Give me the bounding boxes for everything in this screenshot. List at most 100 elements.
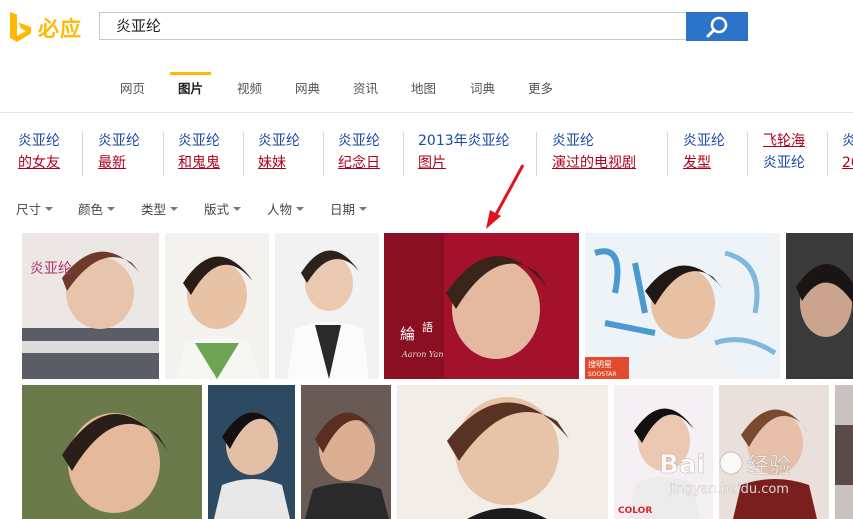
separator (403, 132, 404, 176)
photo-11: COLOR (614, 385, 713, 519)
separator (323, 132, 324, 176)
photo-caption: 語 (422, 320, 433, 334)
related-item[interactable]: 炎亚纶 发型 (683, 130, 725, 174)
image-thumbnail[interactable] (208, 385, 295, 519)
tab-dictionary[interactable]: 词典 (470, 80, 495, 106)
related-line2: 妹妹 (258, 155, 286, 171)
image-thumbnail[interactable] (786, 233, 853, 379)
separator (82, 132, 83, 176)
photo-2 (165, 233, 269, 379)
related-line1: 炎亚纶 (683, 133, 725, 149)
related-line1: 炎亚纶 (178, 133, 220, 149)
tab-images[interactable]: 图片 (169, 72, 212, 106)
related-line2: 20 (842, 155, 853, 171)
search-input[interactable]: 炎亚纶 (99, 12, 686, 40)
related-line1: 飞轮海 (763, 133, 805, 149)
tab-wangdian[interactable]: 网典 (295, 80, 320, 106)
filter-label: 版式 (204, 202, 230, 217)
related-line1: 炎 (842, 133, 853, 149)
related-line1: 炎亚纶 (552, 133, 594, 149)
related-item[interactable]: 炎亚纶 演过的电视剧 (552, 130, 636, 174)
related-line2: 炎亚纶 (763, 155, 805, 171)
header-divider (0, 112, 853, 113)
image-thumbnail[interactable]: COLOR (614, 385, 713, 519)
related-item[interactable]: 炎 20 (842, 130, 853, 174)
caret-down-icon (107, 206, 116, 211)
related-line2: 最新 (98, 155, 126, 171)
image-thumbnail[interactable] (22, 385, 202, 519)
filter-label: 类型 (141, 202, 167, 217)
tab-more[interactable]: 更多 (528, 80, 553, 106)
filter-label: 人物 (267, 202, 293, 217)
caret-down-icon (296, 206, 305, 211)
separator (827, 132, 828, 176)
separator (163, 132, 164, 176)
separator (747, 132, 748, 176)
filter-people[interactable]: 人物 (267, 199, 305, 218)
related-line2: 和鬼鬼 (178, 155, 220, 171)
photo-8 (208, 385, 295, 519)
image-thumbnail[interactable] (719, 385, 829, 519)
filter-layout[interactable]: 版式 (204, 199, 242, 218)
bing-logo[interactable]: 必应 (8, 12, 82, 44)
photo-5: 搜明星 SOOSTAR (585, 233, 780, 379)
related-line1: 炎亚纶 (338, 133, 380, 149)
image-thumbnail[interactable] (835, 385, 853, 519)
image-thumbnail[interactable]: 炎亚纶 (22, 233, 159, 379)
filter-type[interactable]: 类型 (141, 199, 179, 218)
related-searches: 炎亚纶 的女友 炎亚纶 最新 炎亚纶 和鬼鬼 炎亚纶 妹妹 炎亚纶 纪念日 20… (0, 130, 853, 180)
separator (243, 132, 244, 176)
filter-color[interactable]: 颜色 (78, 199, 116, 218)
related-line1: 炎亚纶 (98, 133, 140, 149)
tab-news[interactable]: 资讯 (353, 80, 378, 106)
separator (536, 132, 537, 176)
photo-7 (22, 385, 202, 519)
filter-date[interactable]: 日期 (330, 199, 368, 218)
photo-badge: SOOSTAR (588, 371, 617, 378)
logo-text: 必应 (38, 17, 82, 41)
search-button[interactable] (686, 12, 748, 41)
related-item[interactable]: 炎亚纶 的女友 (18, 130, 60, 174)
photo-10 (397, 385, 608, 519)
caret-down-icon (359, 206, 368, 211)
filter-bar: 尺寸 颜色 类型 版式 人物 日期 (0, 199, 853, 219)
image-thumbnail[interactable]: 綸 語 Aaron Yan (384, 233, 579, 379)
related-line2: 的女友 (18, 155, 60, 171)
filter-label: 日期 (330, 202, 356, 217)
related-line1: 炎亚纶 (258, 133, 300, 149)
caret-down-icon (233, 206, 242, 211)
related-line1: 2013年炎亚纶 (418, 133, 510, 149)
photo-3 (275, 233, 379, 379)
image-thumbnail[interactable] (301, 385, 391, 519)
photo-12 (719, 385, 829, 519)
photo-13 (835, 385, 853, 519)
tab-web[interactable]: 网页 (120, 80, 145, 106)
image-thumbnail[interactable] (165, 233, 269, 379)
related-item[interactable]: 炎亚纶 纪念日 (338, 130, 380, 174)
image-thumbnail[interactable] (275, 233, 379, 379)
related-line2: 图片 (418, 155, 446, 171)
photo-badge: COLOR (618, 506, 652, 516)
photo-6 (786, 233, 853, 379)
photo-1: 炎亚纶 (22, 233, 159, 379)
related-item[interactable]: 炎亚纶 和鬼鬼 (178, 130, 220, 174)
photo-badge: 搜明星 (588, 359, 612, 369)
caret-down-icon (45, 206, 54, 211)
bing-logo-icon (10, 12, 31, 42)
related-item[interactable]: 炎亚纶 最新 (98, 130, 140, 174)
image-thumbnail[interactable] (397, 385, 608, 519)
tab-videos[interactable]: 视频 (237, 80, 262, 106)
photo-signature: Aaron Yan (401, 350, 443, 359)
photo-caption: 炎亚纶 (30, 261, 72, 277)
filter-label: 颜色 (78, 202, 104, 217)
photo-caption: 綸 (400, 325, 415, 343)
filter-size[interactable]: 尺寸 (16, 199, 54, 218)
related-item[interactable]: 炎亚纶 妹妹 (258, 130, 300, 174)
search-icon (706, 16, 728, 37)
related-line2: 演过的电视剧 (552, 155, 636, 171)
related-line2: 纪念日 (338, 155, 380, 171)
related-item[interactable]: 2013年炎亚纶 图片 (418, 130, 510, 174)
related-item[interactable]: 飞轮海 炎亚纶 (763, 130, 805, 174)
tab-maps[interactable]: 地图 (411, 80, 436, 106)
image-thumbnail[interactable]: 搜明星 SOOSTAR (585, 233, 780, 379)
